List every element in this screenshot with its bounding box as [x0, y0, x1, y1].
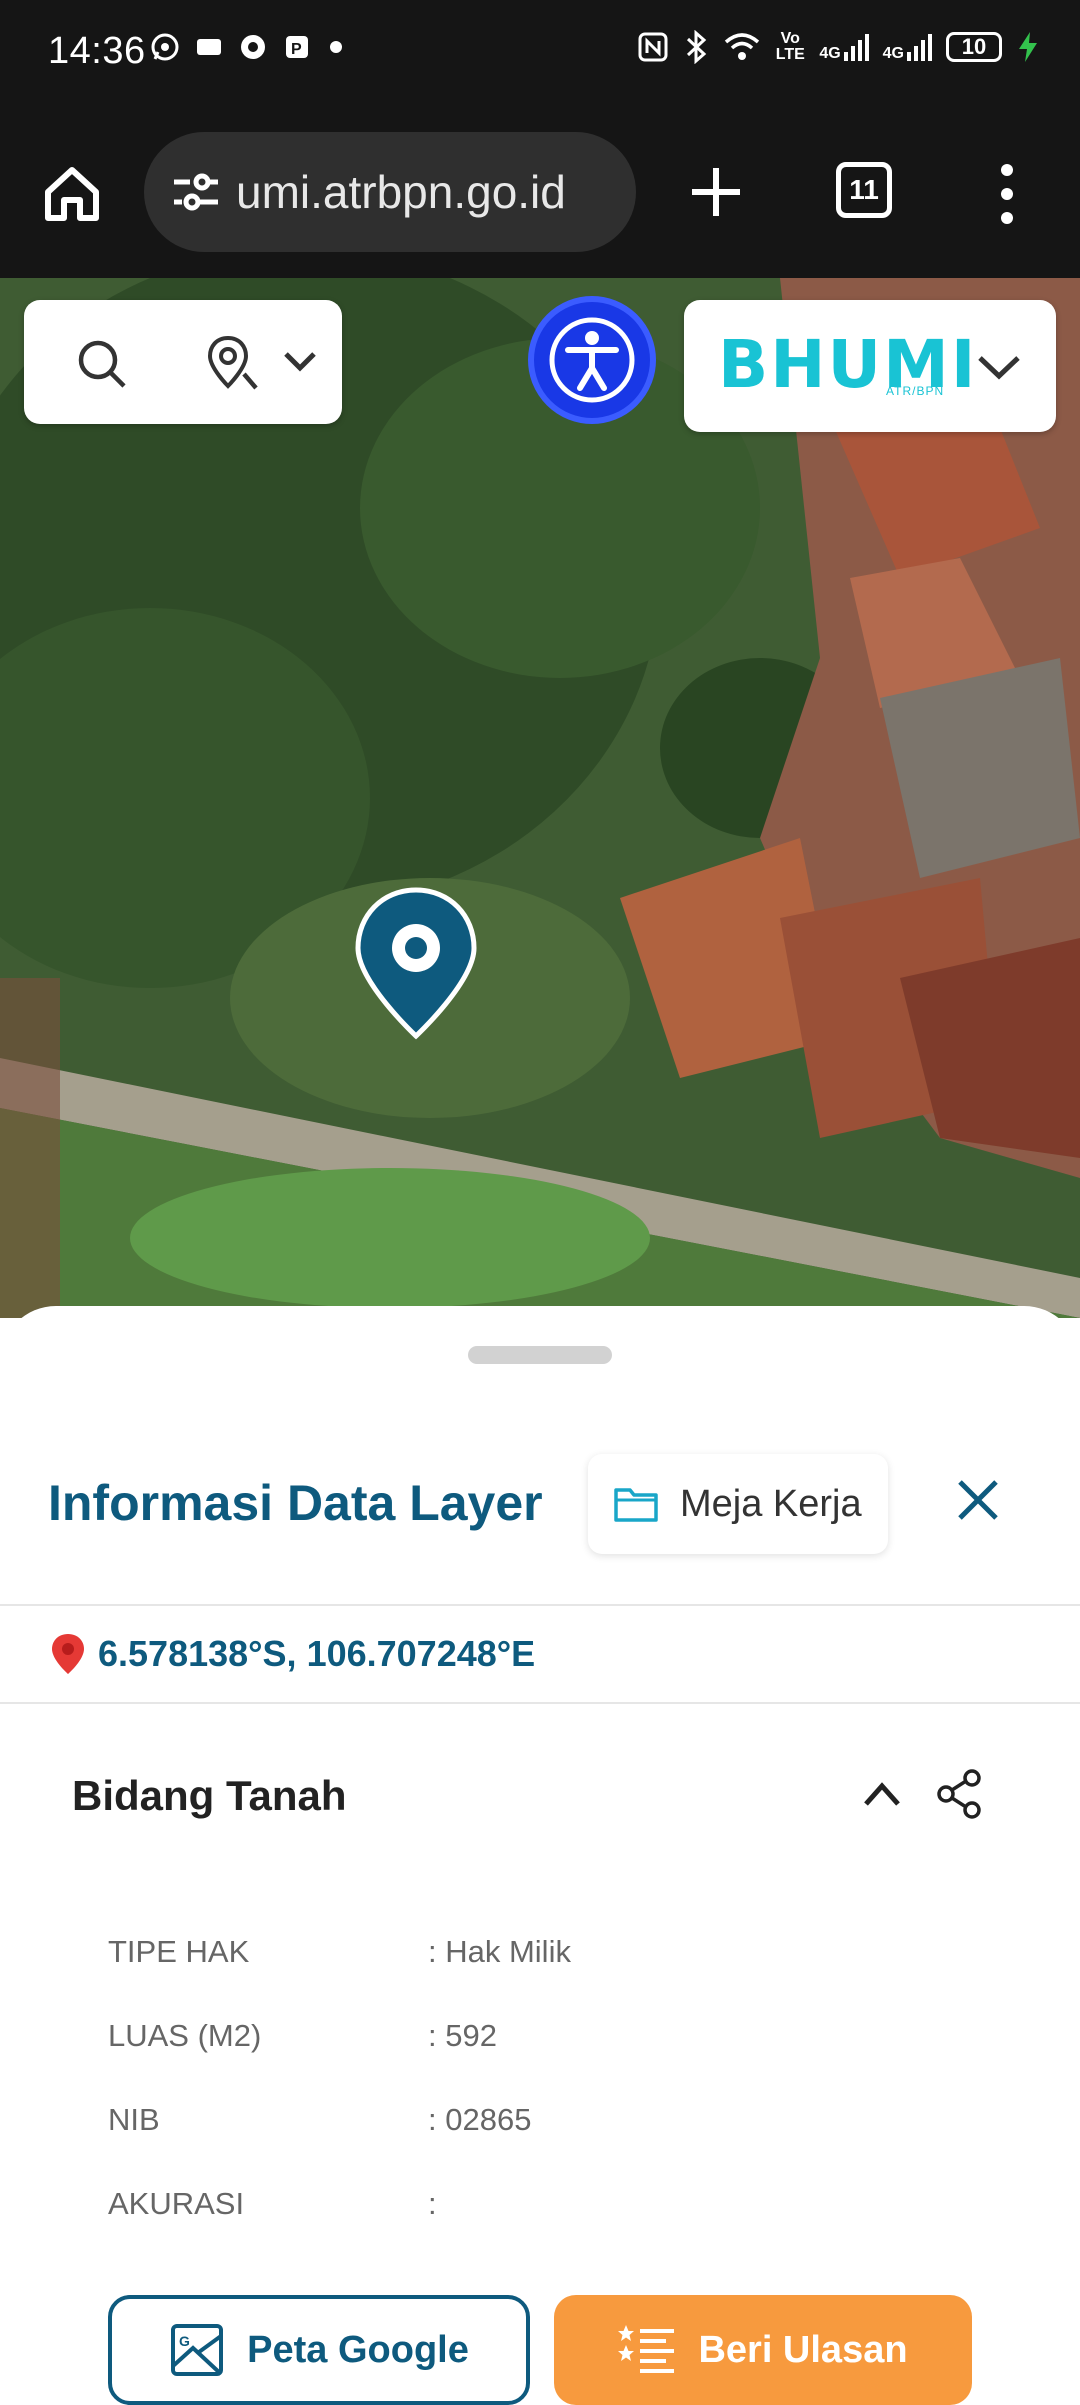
google-maps-button[interactable]: G Peta Google: [108, 2295, 530, 2405]
signal-1: 4G: [819, 32, 869, 62]
divider: [0, 1604, 1080, 1606]
tab-switcher-button[interactable]: 11: [836, 162, 892, 218]
battery-indicator: 10: [946, 32, 1002, 62]
home-icon[interactable]: [40, 162, 104, 226]
review-label: Beri Ulasan: [698, 2328, 908, 2371]
browser-toolbar: umi.atrbpn.go.id 11: [0, 110, 1080, 278]
row-label: NIB: [108, 2102, 160, 2137]
close-icon[interactable]: [952, 1474, 1004, 1526]
clock: 14:36: [48, 30, 146, 72]
svg-text:P: P: [291, 41, 302, 58]
map-imagery: [0, 278, 1080, 1318]
chevron-down-icon[interactable]: [280, 346, 320, 376]
chevron-down-icon[interactable]: [974, 348, 1024, 384]
share-icon[interactable]: [934, 1768, 986, 1820]
url-text: umi.atrbpn.go.id: [236, 166, 566, 218]
search-toolbar: [24, 300, 342, 424]
steering-icon: [241, 35, 265, 59]
network-type-2: 4G: [882, 45, 904, 62]
notification-icons: P: [150, 32, 346, 62]
status-bar: 14:36 P Vo LTE 4G 4G 10: [0, 0, 1080, 110]
nfc-icon: [638, 32, 668, 62]
location-marker-icon[interactable]: [352, 886, 480, 1046]
system-icons: Vo LTE 4G 4G 10: [637, 30, 1040, 64]
workspace-label: Meja Kerja: [680, 1482, 862, 1525]
drag-handle[interactable]: [468, 1346, 612, 1364]
divider: [0, 1702, 1080, 1704]
signal-2: 4G: [883, 32, 932, 62]
folder-icon: [614, 1488, 658, 1522]
satellite-map[interactable]: BHUMI ATR/BPN: [0, 278, 1080, 1318]
map-pin-icon: [52, 1634, 84, 1674]
workspace-button[interactable]: Meja Kerja: [588, 1454, 888, 1554]
parking-icon: P: [286, 36, 308, 58]
signal-bars-icon: [843, 34, 869, 61]
network-type-1: 4G: [819, 45, 841, 62]
search-icon[interactable]: [74, 336, 130, 392]
google-maps-label: Peta Google: [247, 2328, 469, 2371]
brand-switcher[interactable]: BHUMI ATR/BPN: [684, 300, 1056, 432]
dot-icon: [330, 41, 342, 53]
accessibility-button[interactable]: [528, 296, 656, 424]
new-tab-icon[interactable]: [680, 156, 752, 228]
row-value: : 02865: [428, 2102, 532, 2137]
signal-bars-icon: [907, 34, 932, 61]
accessibility-icon: [549, 317, 635, 403]
atr-bpn-label: ATR/BPN: [886, 384, 945, 398]
data-layer-panel: Informasi Data Layer Meja Kerja 6.578138…: [0, 1306, 1080, 2405]
svg-text:G: G: [179, 2333, 190, 2349]
row-label: AKURASI: [108, 2186, 245, 2221]
row-value: : Hak Milik: [428, 1934, 571, 1969]
row-value: :: [428, 2186, 437, 2221]
bluetooth-icon: [687, 30, 707, 64]
coordinates-row: 6.578138°S, 106.707248°E: [48, 1632, 535, 1676]
wifi-icon: [725, 33, 760, 60]
chevron-up-icon[interactable]: [858, 1776, 906, 1812]
location-search-icon[interactable]: [204, 334, 260, 394]
more-options-icon[interactable]: [990, 162, 1024, 226]
row-value: : 592: [428, 2018, 497, 2053]
site-settings-icon[interactable]: [166, 162, 226, 222]
volte-label: Vo LTE: [775, 30, 805, 63]
row-label: TIPE HAK: [108, 1934, 250, 1969]
coordinates-text: 6.578138°S, 106.707248°E: [98, 1633, 536, 1674]
google-maps-icon: G: [171, 2324, 224, 2376]
section-title: Bidang Tanah: [72, 1772, 347, 1819]
row-label: LUAS (M2): [108, 2018, 262, 2053]
url-bar[interactable]: umi.atrbpn.go.id: [144, 132, 636, 252]
whatsapp-icon: [151, 33, 179, 61]
review-button[interactable]: Beri Ulasan: [554, 2295, 972, 2405]
message-icon: [197, 39, 221, 55]
panel-title: Informasi Data Layer: [48, 1475, 543, 1531]
charging-icon: [1019, 32, 1037, 62]
review-list-icon: [618, 2325, 675, 2373]
